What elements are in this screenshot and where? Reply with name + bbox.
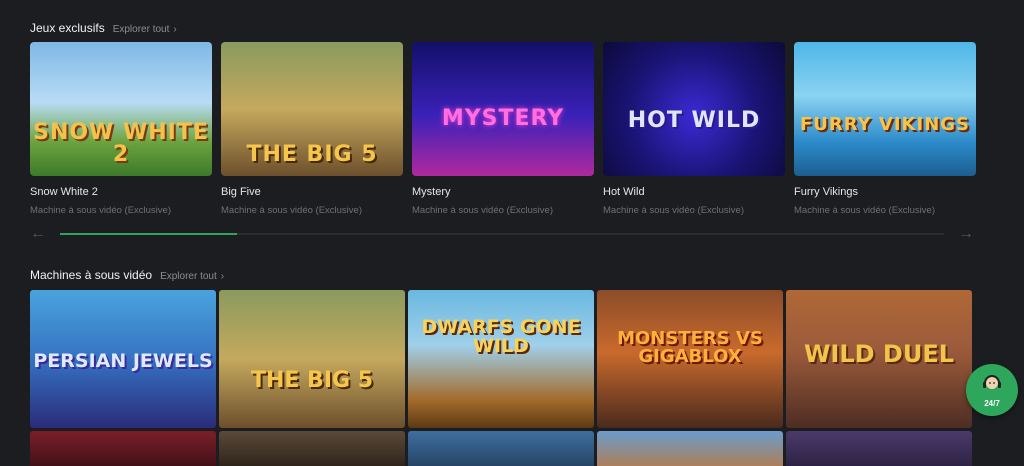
arrow-left-icon[interactable]: ←: [30, 225, 46, 243]
game-card[interactable]: FURRY VIKINGS Furry Vikings Machine à so…: [794, 42, 976, 216]
section-title: Machines à sous vidéo: [30, 268, 153, 282]
game-tile[interactable]: [408, 431, 594, 466]
game-art-logo: THE BIG 5: [250, 368, 374, 393]
game-title: Snow White 2: [30, 186, 98, 198]
game-subtitle: Machine à sous vidéo (Exclusive): [603, 205, 744, 216]
game-thumbnail: SNOW WHITE 2: [30, 42, 212, 176]
game-art-logo: SNOW WHITE 2: [33, 120, 209, 167]
game-title: Mystery: [412, 186, 451, 198]
explore-all-link[interactable]: Explorer tout ›: [160, 271, 224, 282]
exclusive-section-header: Jeux exclusifs Explorer tout ›: [30, 21, 177, 35]
game-tile[interactable]: THE BIG 5: [219, 290, 405, 428]
chevron-right-icon: ›: [173, 24, 177, 35]
scroll-track[interactable]: [60, 233, 944, 235]
arrow-right-icon[interactable]: →: [958, 225, 974, 243]
game-art-logo: MONSTERS VS GIGABLOX: [617, 328, 763, 367]
exclusive-games-row: SNOW WHITE 2 Snow White 2 Machine à sous…: [30, 42, 976, 216]
game-thumbnail: THE BIG 5: [221, 42, 403, 176]
scroll-progress: [60, 233, 237, 235]
video-slots-section-header: Machines à sous vidéo Explorer tout ›: [30, 268, 224, 282]
game-tile[interactable]: MONSTERS VS GIGABLOX: [597, 290, 783, 428]
game-tile[interactable]: [219, 431, 405, 466]
carousel-scroller: ← →: [30, 225, 974, 243]
game-subtitle: Machine à sous vidéo (Exclusive): [412, 205, 553, 216]
game-art-logo: HOT WILD: [627, 108, 761, 133]
game-card[interactable]: MYSTERY Mystery Machine à sous vidéo (Ex…: [412, 42, 594, 216]
headset-icon: [981, 373, 1003, 398]
game-thumbnail: MYSTERY: [412, 42, 594, 176]
game-tile[interactable]: [786, 431, 972, 466]
video-slots-row: PERSIAN JEWELS THE BIG 5 DWARFS GONE WIL…: [30, 290, 972, 428]
game-tile[interactable]: [30, 431, 216, 466]
game-title: Big Five: [221, 186, 261, 198]
game-art-logo: FURRY VIKINGS: [799, 114, 971, 135]
game-card[interactable]: SNOW WHITE 2 Snow White 2 Machine à sous…: [30, 42, 212, 216]
game-subtitle: Machine à sous vidéo (Exclusive): [30, 205, 171, 216]
game-subtitle: Machine à sous vidéo (Exclusive): [794, 205, 935, 216]
explore-all-label: Explorer tout: [112, 24, 170, 35]
game-tile[interactable]: [597, 431, 783, 466]
game-tile[interactable]: DWARFS GONE WILD: [408, 290, 594, 428]
explore-all-link[interactable]: Explorer tout ›: [113, 24, 177, 35]
support-label: 24/7: [984, 398, 1000, 408]
game-card[interactable]: THE BIG 5 Big Five Machine à sous vidéo …: [221, 42, 403, 216]
game-title: Furry Vikings: [794, 186, 858, 198]
section-title: Jeux exclusifs: [30, 21, 105, 35]
game-tile[interactable]: WILD DUEL: [786, 290, 972, 428]
game-art-logo: DWARFS GONE WILD: [421, 316, 581, 357]
game-art-logo: WILD DUEL: [803, 340, 955, 368]
support-chat-button[interactable]: 24/7: [966, 364, 1018, 416]
game-tile[interactable]: PERSIAN JEWELS: [30, 290, 216, 428]
chevron-right-icon: ›: [220, 271, 225, 282]
game-art-logo: MYSTERY: [441, 106, 565, 131]
game-subtitle: Machine à sous vidéo (Exclusive): [221, 205, 362, 216]
game-thumbnail: FURRY VIKINGS: [794, 42, 976, 176]
game-thumbnail: HOT WILD: [603, 42, 785, 176]
game-card[interactable]: HOT WILD Hot Wild Machine à sous vidéo (…: [603, 42, 785, 216]
game-title: Hot Wild: [603, 186, 645, 198]
video-slots-row-partial: [30, 431, 972, 466]
game-art-logo: PERSIAN JEWELS: [33, 350, 213, 372]
game-art-logo: THE BIG 5: [246, 142, 378, 167]
explore-all-label: Explorer tout: [160, 271, 217, 282]
